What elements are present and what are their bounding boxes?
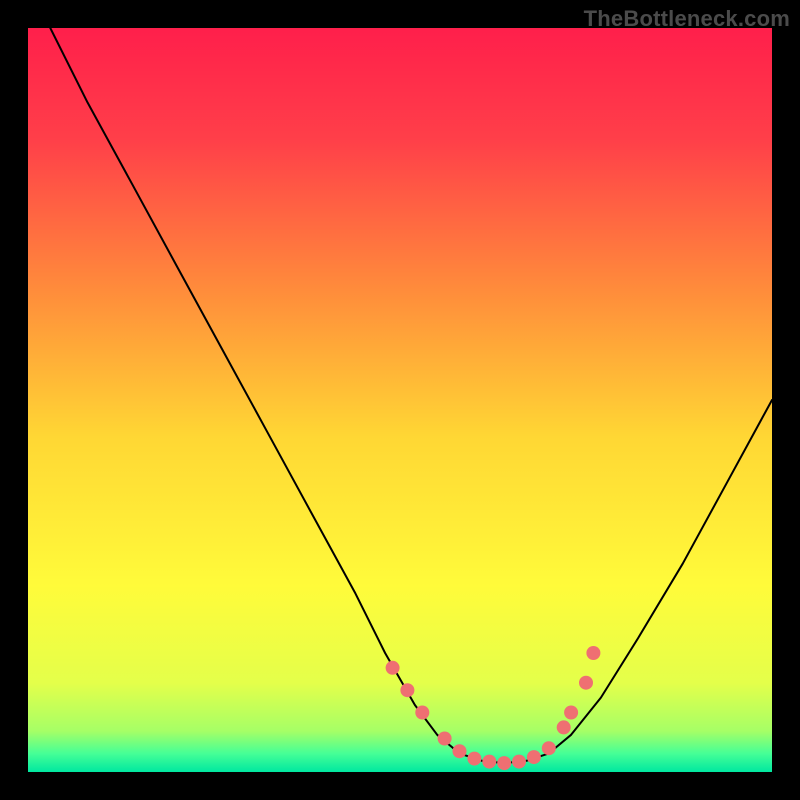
highlight-dot [542, 741, 556, 755]
highlight-dot [564, 706, 578, 720]
highlight-dot [467, 752, 481, 766]
highlight-dot [497, 756, 511, 770]
gradient-background [28, 28, 772, 772]
chart-frame [28, 28, 772, 772]
highlight-dot [415, 706, 429, 720]
bottleneck-chart [28, 28, 772, 772]
highlight-dot [400, 683, 414, 697]
highlight-dot [527, 750, 541, 764]
highlight-dot [438, 732, 452, 746]
highlight-dot [386, 661, 400, 675]
highlight-dot [453, 744, 467, 758]
highlight-dot [586, 646, 600, 660]
highlight-dot [579, 676, 593, 690]
watermark-text: TheBottleneck.com [584, 6, 790, 32]
highlight-dot [482, 755, 496, 769]
highlight-dot [557, 720, 571, 734]
highlight-dot [512, 755, 526, 769]
